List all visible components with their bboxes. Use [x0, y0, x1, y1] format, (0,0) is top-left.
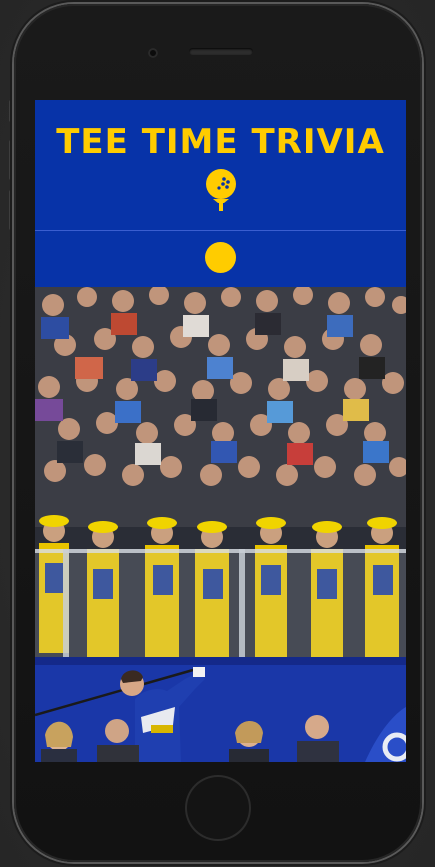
glass-railing — [35, 549, 406, 659]
crowd-photo-illustration — [35, 287, 406, 762]
front-camera — [148, 48, 158, 58]
app-header: TEE TIME TRIVIA — [35, 100, 406, 230]
start-indicator-dot[interactable] — [205, 242, 236, 273]
app-screen: TEE TIME TRIVIA — [35, 100, 406, 762]
app-title: TEE TIME TRIVIA — [56, 122, 385, 162]
earpiece-speaker — [189, 48, 253, 55]
device-stage: TEE TIME TRIVIA — [0, 0, 435, 867]
golf-ball-on-tee-icon — [206, 169, 236, 211]
home-button[interactable] — [187, 777, 249, 839]
hero-photo — [35, 287, 406, 762]
